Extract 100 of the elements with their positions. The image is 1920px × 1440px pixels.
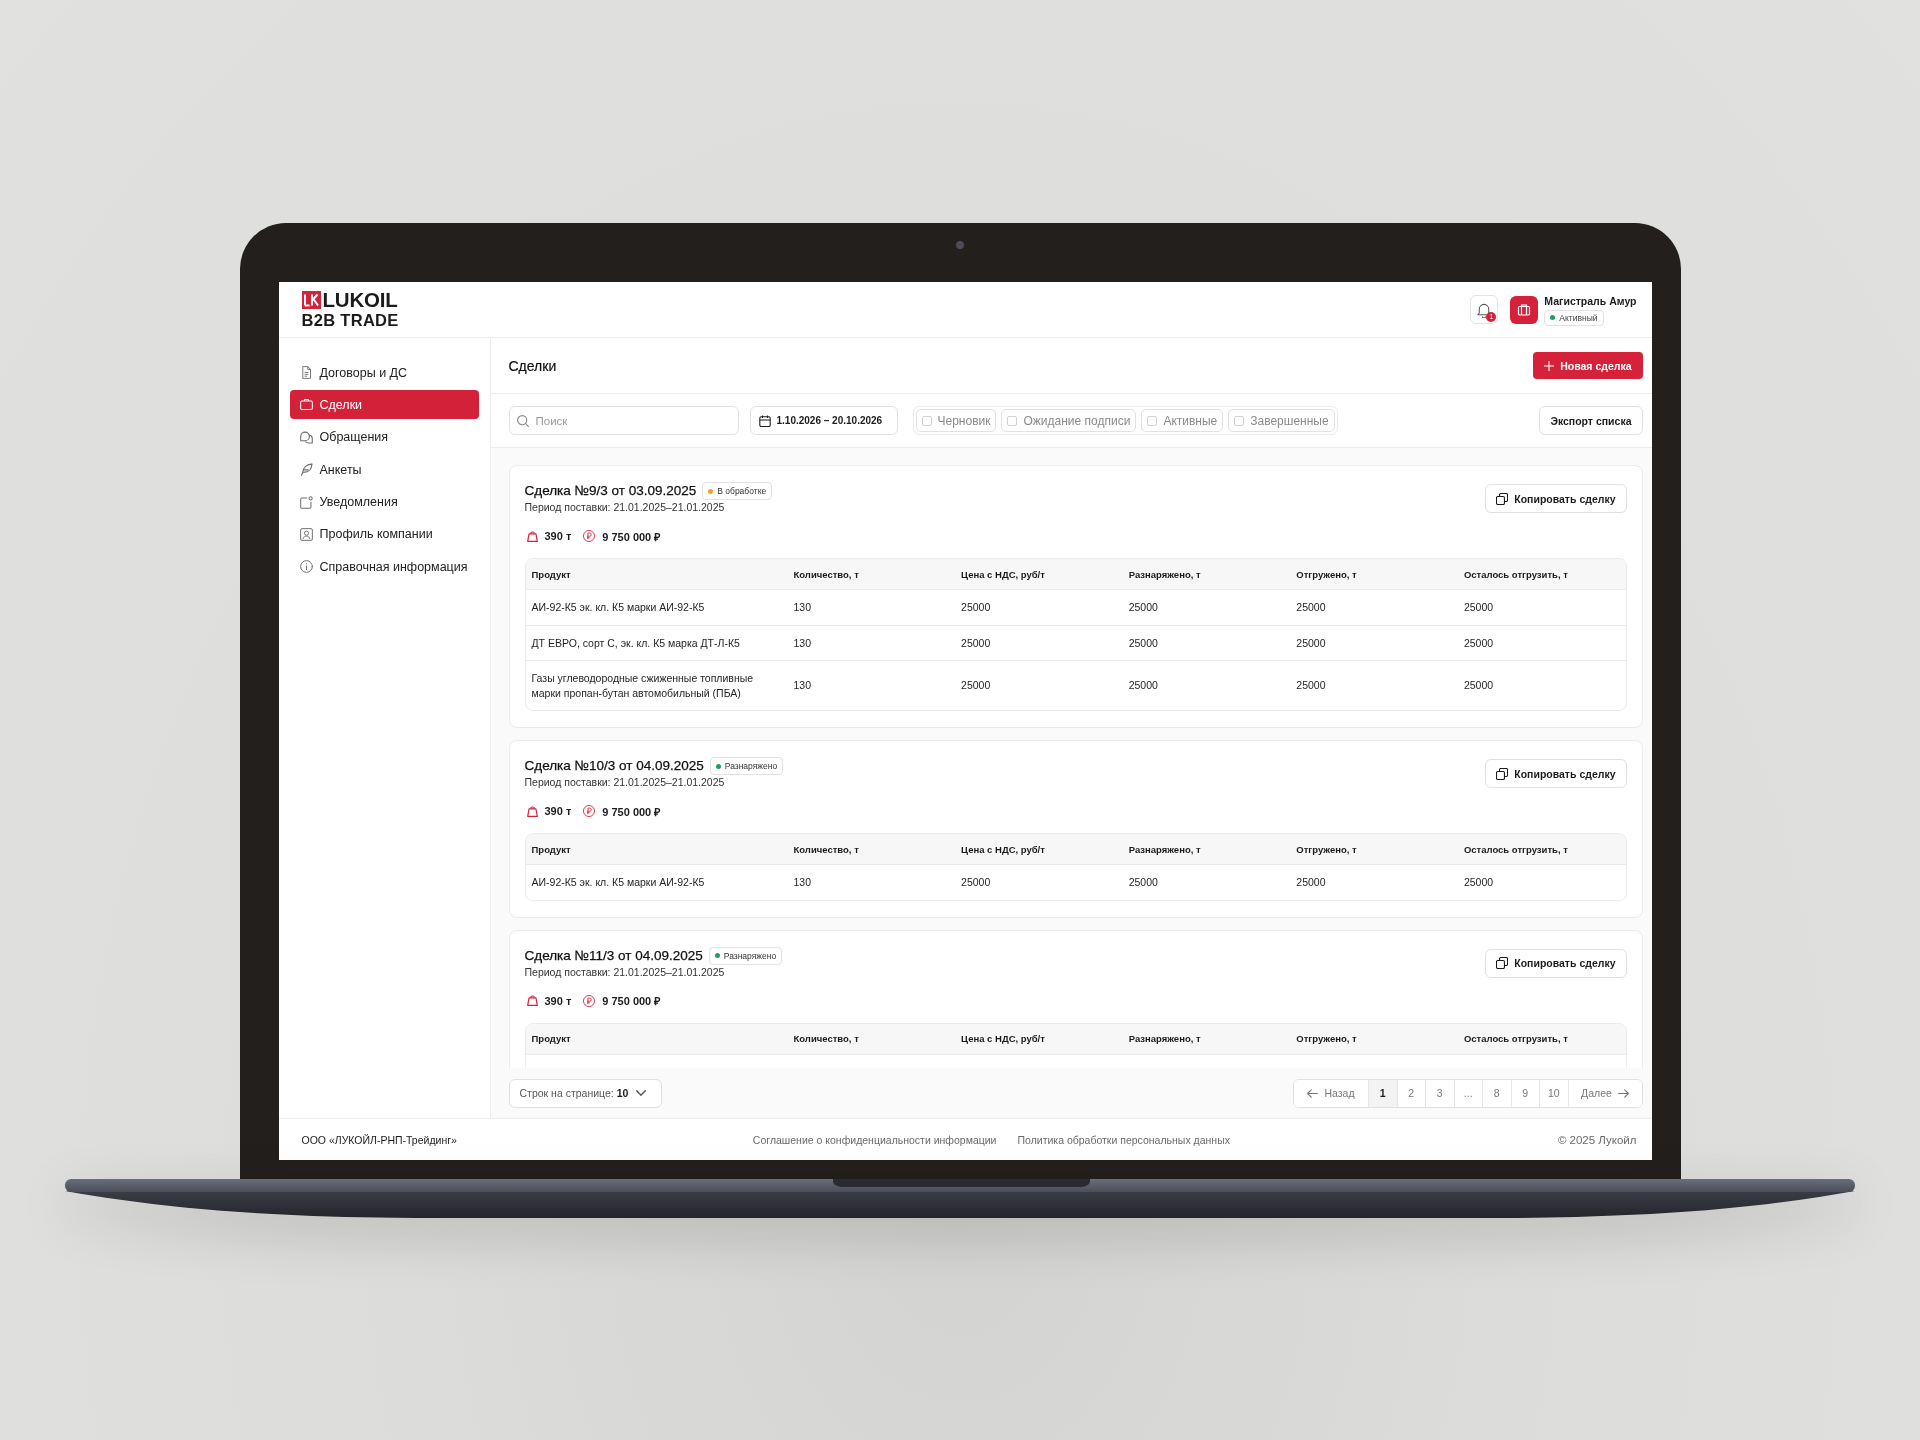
- table-cell-text: 25000: [960, 600, 992, 615]
- copy-deal-button[interactable]: Копировать сделку: [1485, 759, 1627, 788]
- logo-tagline: B2B TRADE: [301, 310, 399, 330]
- table-cell-text: 25000: [960, 635, 992, 651]
- table-cell-text: 25000: [1295, 600, 1327, 615]
- rows-per-page-select[interactable]: Строк на странице: 10: [508, 1078, 662, 1108]
- weight-icon: [526, 805, 538, 817]
- chat-bubbles-icon: [299, 430, 313, 444]
- table-cell-text: 25000: [1462, 600, 1495, 615]
- copy-deal-button[interactable]: Копировать сделку: [1485, 948, 1627, 978]
- deal-volume: 390 т: [544, 805, 572, 817]
- status-label: В обработке: [717, 485, 767, 497]
- table-cell-text: 25000: [1462, 635, 1495, 651]
- column-header: Разнаряжено, т: [1127, 568, 1202, 580]
- export-button[interactable]: Экспорт списка: [1539, 406, 1643, 435]
- sidebar-item[interactable]: Профиль компании: [289, 519, 479, 549]
- checkbox[interactable]: [1007, 415, 1018, 426]
- company-name: Магистраль Амур: [1544, 293, 1637, 308]
- filter-chip[interactable]: Черновик: [915, 409, 997, 432]
- next-page-button[interactable]: Далее: [1567, 1079, 1642, 1107]
- table-cell-text: 130: [792, 635, 813, 651]
- deal-amount: 9 750 000 ₽: [602, 994, 661, 1008]
- filter-chip[interactable]: Завершенные: [1228, 409, 1335, 432]
- copy-deal-button[interactable]: Копировать сделку: [1485, 484, 1627, 513]
- sidebar-item[interactable]: Договоры и ДС: [289, 358, 479, 387]
- column-header: Количество, т: [792, 843, 860, 855]
- column-header: Количество, т: [792, 568, 860, 580]
- column-header: Осталось отгрузить, т: [1462, 568, 1569, 580]
- chevron-down-icon: [636, 1088, 647, 1098]
- checkbox[interactable]: [1147, 415, 1158, 426]
- feather-icon: [299, 463, 313, 477]
- sidebar-item[interactable]: Справочная информация: [289, 552, 479, 582]
- info-icon: [299, 560, 313, 574]
- deal-title: Сделка №11/3 от 04.09.2025: [524, 946, 703, 965]
- column-header: Количество, т: [792, 1033, 860, 1044]
- column-header: Осталось отгрузить, т: [1462, 1033, 1569, 1044]
- status-label: Активный: [1559, 311, 1598, 324]
- status-label: Разнаряжено: [723, 949, 777, 962]
- search-field[interactable]: Поиск: [508, 406, 739, 435]
- notification-icon: [299, 495, 313, 509]
- logo-wordmark: LUKOIL: [322, 289, 398, 310]
- sidebar-item[interactable]: Сделки: [289, 390, 479, 420]
- company-avatar-icon: [1510, 295, 1539, 324]
- table-cell-text: 130: [792, 600, 813, 615]
- page-button[interactable]: 1: [1368, 1079, 1397, 1107]
- arrow-left-icon: [1307, 1087, 1319, 1099]
- deal-title: Сделка №9/3 от 03.09.2025: [524, 482, 697, 500]
- page-title: Сделки: [508, 357, 557, 374]
- copy-icon: [1496, 767, 1509, 780]
- table-cell-text: 25000: [1295, 635, 1327, 651]
- footer-link[interactable]: Соглашение о конфиденциальности информации: [752, 1133, 997, 1146]
- checkbox[interactable]: [1234, 415, 1245, 426]
- table-cell-text: 25000: [1127, 678, 1159, 694]
- search-icon: [516, 414, 529, 427]
- ruble-icon: [583, 530, 596, 542]
- delivery-period: Период поставки: 21.01.2025–21.01.2025: [524, 775, 726, 790]
- notifications-button[interactable]: [1470, 295, 1499, 324]
- status-dot-icon: [1550, 315, 1556, 320]
- table-cell-text: 25000: [1127, 600, 1159, 615]
- table-cell-text: 25000: [960, 875, 992, 890]
- date-range-button[interactable]: 1.10.2026 – 20.10.2026: [749, 406, 898, 435]
- deal-amount: 9 750 000 ₽: [602, 529, 661, 544]
- status-label: Разнаряжено: [724, 760, 778, 772]
- table-cell-text: Газы углеводородные сжиженные топливные марки пропан-бутан автомобильный (ПБА): [530, 671, 755, 701]
- user-card-icon: [299, 527, 313, 541]
- filter-chip[interactable]: Ожидание подписи: [1001, 409, 1137, 432]
- deal-volume: 390 т: [544, 994, 572, 1007]
- weight-icon: [526, 530, 538, 542]
- table-cell-text: 25000: [1462, 678, 1495, 694]
- column-header: Цена с НДС, руб/т: [960, 1033, 1046, 1044]
- column-header: Отгружено, т: [1295, 1033, 1358, 1044]
- column-header: Продукт: [530, 843, 572, 855]
- table-cell-text: 25000: [960, 678, 992, 694]
- footer-company: ООО «ЛУКОЙЛ-РНП-Трейдинг»: [301, 1133, 457, 1146]
- weight-icon: [526, 995, 538, 1006]
- column-header: Отгружено, т: [1295, 843, 1358, 855]
- table-cell-text: 130: [792, 875, 813, 890]
- arrow-right-icon: [1617, 1087, 1629, 1099]
- column-header: Разнаряжено, т: [1127, 1033, 1202, 1044]
- table-cell-text: 25000: [1295, 678, 1327, 694]
- column-header: Продукт: [530, 568, 572, 580]
- checkbox[interactable]: [921, 415, 932, 426]
- table-cell-text: 25000: [1127, 635, 1159, 651]
- table-cell-text: АИ-92-К5 эк. кл. К5 марки АИ-92-К5: [530, 600, 706, 615]
- ruble-icon: [583, 805, 596, 817]
- sidebar-item[interactable]: Обращения: [289, 422, 479, 452]
- calendar-icon: [758, 414, 771, 427]
- plus-icon: [1544, 360, 1555, 371]
- camera-icon: [955, 241, 964, 249]
- deal-volume: 390 т: [544, 530, 572, 542]
- column-header: Отгружено, т: [1295, 568, 1358, 580]
- footer-link[interactable]: Политика обработки персональных данных: [1017, 1133, 1230, 1146]
- sidebar-item[interactable]: Анкеты: [289, 455, 479, 485]
- deal-amount: 9 750 000 ₽: [602, 804, 661, 819]
- new-deal-button[interactable]: Новая сделка: [1533, 352, 1643, 379]
- delivery-period: Период поставки: 21.01.2025–21.01.2025: [524, 964, 726, 980]
- sidebar-item[interactable]: Уведомления: [289, 487, 479, 517]
- copy-icon: [1496, 957, 1509, 969]
- briefcase-icon: [299, 398, 313, 412]
- filter-chip[interactable]: Активные: [1141, 409, 1224, 432]
